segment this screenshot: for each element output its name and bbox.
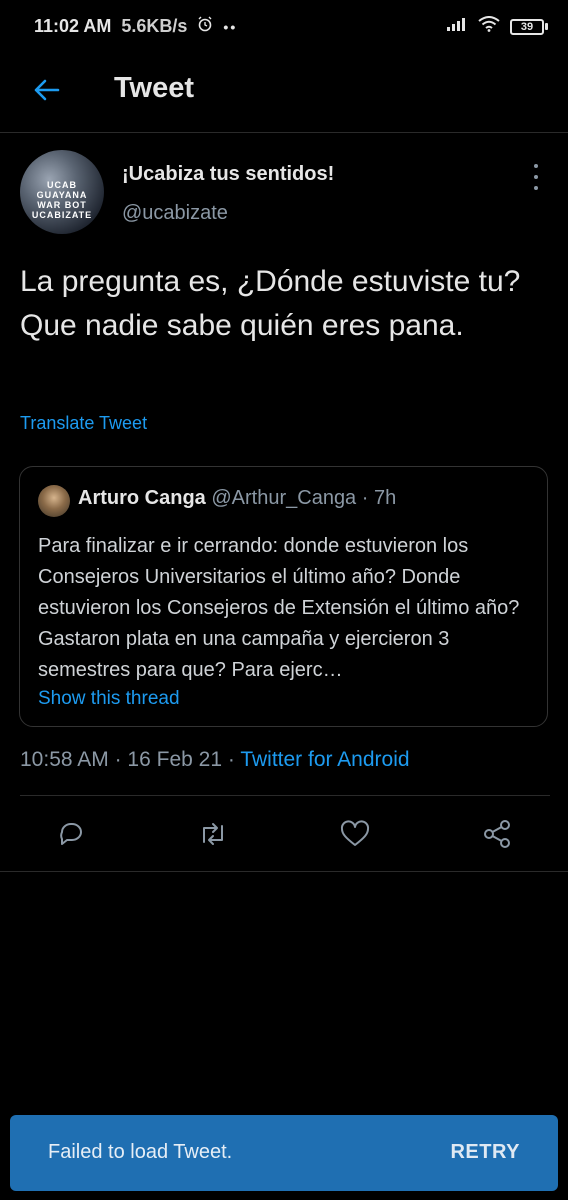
- signal-icon: [446, 16, 468, 37]
- retweet-button[interactable]: [195, 816, 231, 852]
- tweet-source-link[interactable]: Twitter for Android: [240, 748, 409, 771]
- avatar-logo-text: UCAB GUAYANA WAR BOT UCABIZATE: [31, 180, 93, 220]
- battery-indicator: 39: [510, 18, 548, 35]
- tweet-text: La pregunta es, ¿Dónde estuviste tu? Que…: [20, 265, 521, 342]
- show-thread-link[interactable]: Show this thread: [38, 688, 180, 710]
- meta-separator: ·: [227, 748, 235, 771]
- reply-button[interactable]: [53, 816, 89, 852]
- more-notifications-icon: ••: [223, 18, 238, 35]
- quoted-tweet-header: Arturo Canga @Arthur_Canga · 7h: [78, 487, 396, 510]
- tweet-time: 10:58 AM: [20, 748, 109, 771]
- like-button[interactable]: [337, 816, 373, 852]
- app-header: Tweet: [0, 56, 568, 133]
- share-icon: [484, 820, 510, 848]
- alarm-icon: [197, 16, 213, 37]
- quoted-author-handle: @Arthur_Canga: [211, 487, 357, 509]
- status-time: 11:02 AM: [34, 16, 112, 36]
- battery-level: 39: [510, 18, 544, 35]
- translate-tweet-link[interactable]: Translate Tweet: [20, 413, 147, 434]
- author-handle[interactable]: @ucabizate: [122, 202, 228, 225]
- divider: [0, 871, 568, 872]
- more-options-button[interactable]: [528, 164, 544, 190]
- quoted-separator: ·: [361, 487, 369, 509]
- share-button[interactable]: [479, 816, 515, 852]
- back-button[interactable]: [28, 72, 64, 108]
- tweet-meta: 10:58 AM · 16 Feb 21 · Twitter for Andro…: [20, 748, 410, 772]
- quoted-tweet-card[interactable]: Arturo Canga @Arthur_Canga · 7h Para fin…: [19, 466, 548, 727]
- author-avatar[interactable]: UCAB GUAYANA WAR BOT UCABIZATE: [20, 150, 104, 234]
- retry-button[interactable]: RETRY: [450, 1141, 520, 1164]
- quoted-author-name: Arturo Canga: [78, 487, 206, 509]
- page-title: Tweet: [114, 72, 195, 104]
- tweet-action-bar: [0, 798, 568, 872]
- network-speed: 5.6KB/s: [121, 16, 188, 36]
- author-name[interactable]: ¡Ucabiza tus sentidos!: [122, 163, 334, 186]
- reply-icon: [60, 823, 82, 845]
- wifi-icon: [478, 16, 500, 37]
- retweet-icon: [203, 823, 223, 845]
- quoted-tweet-age: 7h: [373, 487, 397, 509]
- tweet-date: 16 Feb 21: [127, 748, 222, 771]
- like-icon: [340, 820, 370, 846]
- quoted-tweet-text: Para finalizar e ir cerrando: donde estu…: [38, 535, 520, 681]
- quoted-author-avatar: [38, 485, 70, 517]
- status-bar: 11:02 AM 5.6KB/s •• 39: [0, 0, 568, 56]
- meta-separator: ·: [114, 748, 122, 771]
- snackbar-message: Failed to load Tweet.: [48, 1141, 233, 1163]
- divider: [20, 795, 550, 796]
- error-snackbar: Failed to load Tweet. RETRY: [10, 1115, 558, 1191]
- back-arrow-icon: [34, 79, 60, 101]
